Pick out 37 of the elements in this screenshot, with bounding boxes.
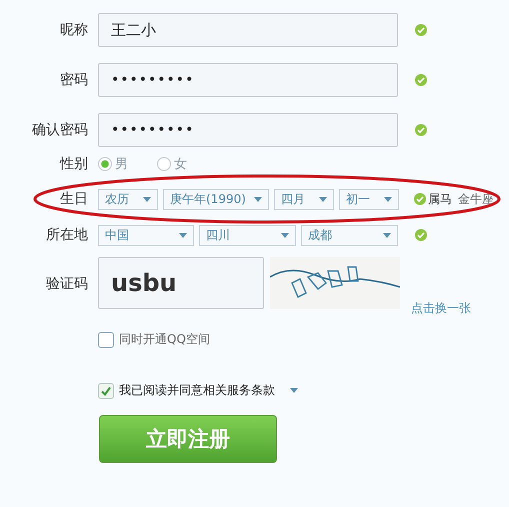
dropdown[interactable]: 四月: [274, 188, 334, 210]
caret-icon: [281, 232, 289, 238]
caret-icon[interactable]: [290, 388, 298, 393]
caret-icon: [143, 196, 151, 202]
dropdown[interactable]: 初一: [339, 188, 399, 210]
dropdown[interactable]: 农历: [98, 188, 158, 210]
field-label: 确认密码: [31, 121, 88, 139]
field-label: 所在地: [45, 226, 88, 244]
checkbox[interactable]: [98, 382, 114, 398]
field-label: 密码: [59, 71, 88, 89]
register-button[interactable]: 立即注册: [99, 415, 277, 463]
caret-icon: [383, 232, 391, 238]
radio-button[interactable]: [157, 157, 171, 171]
dropdown[interactable]: 中国: [98, 224, 194, 246]
caret-icon: [254, 196, 262, 202]
caret-icon: [179, 232, 187, 238]
input-field[interactable]: •••••••••: [98, 113, 398, 147]
caret-icon: [319, 196, 327, 202]
checkbox[interactable]: [98, 332, 114, 348]
input-field[interactable]: •••••••••: [98, 63, 398, 97]
input-field[interactable]: usbu: [98, 257, 264, 309]
radio-label: 女: [174, 156, 187, 173]
radio-label: 男: [115, 156, 128, 173]
dropdown[interactable]: 四川: [199, 224, 296, 246]
checkbox-label: 我已阅读并同意相关服务条款: [119, 382, 275, 399]
zodiac-text: 属马: [428, 190, 452, 208]
checkbox-label: 同时开通QQ空间: [119, 331, 210, 348]
radio-button[interactable]: [98, 157, 112, 171]
refresh-link[interactable]: 点击换一张: [411, 300, 471, 317]
caret-icon: [384, 196, 392, 202]
input-field[interactable]: 王二小: [98, 13, 398, 47]
dropdown[interactable]: 庚午年(1990): [163, 188, 269, 210]
field-label: 生日: [59, 190, 88, 208]
dropdown[interactable]: 成都: [301, 224, 398, 246]
field-label: 性别: [58, 155, 88, 173]
field-label: 验证码: [45, 275, 88, 293]
field-label: 昵称: [59, 21, 88, 39]
